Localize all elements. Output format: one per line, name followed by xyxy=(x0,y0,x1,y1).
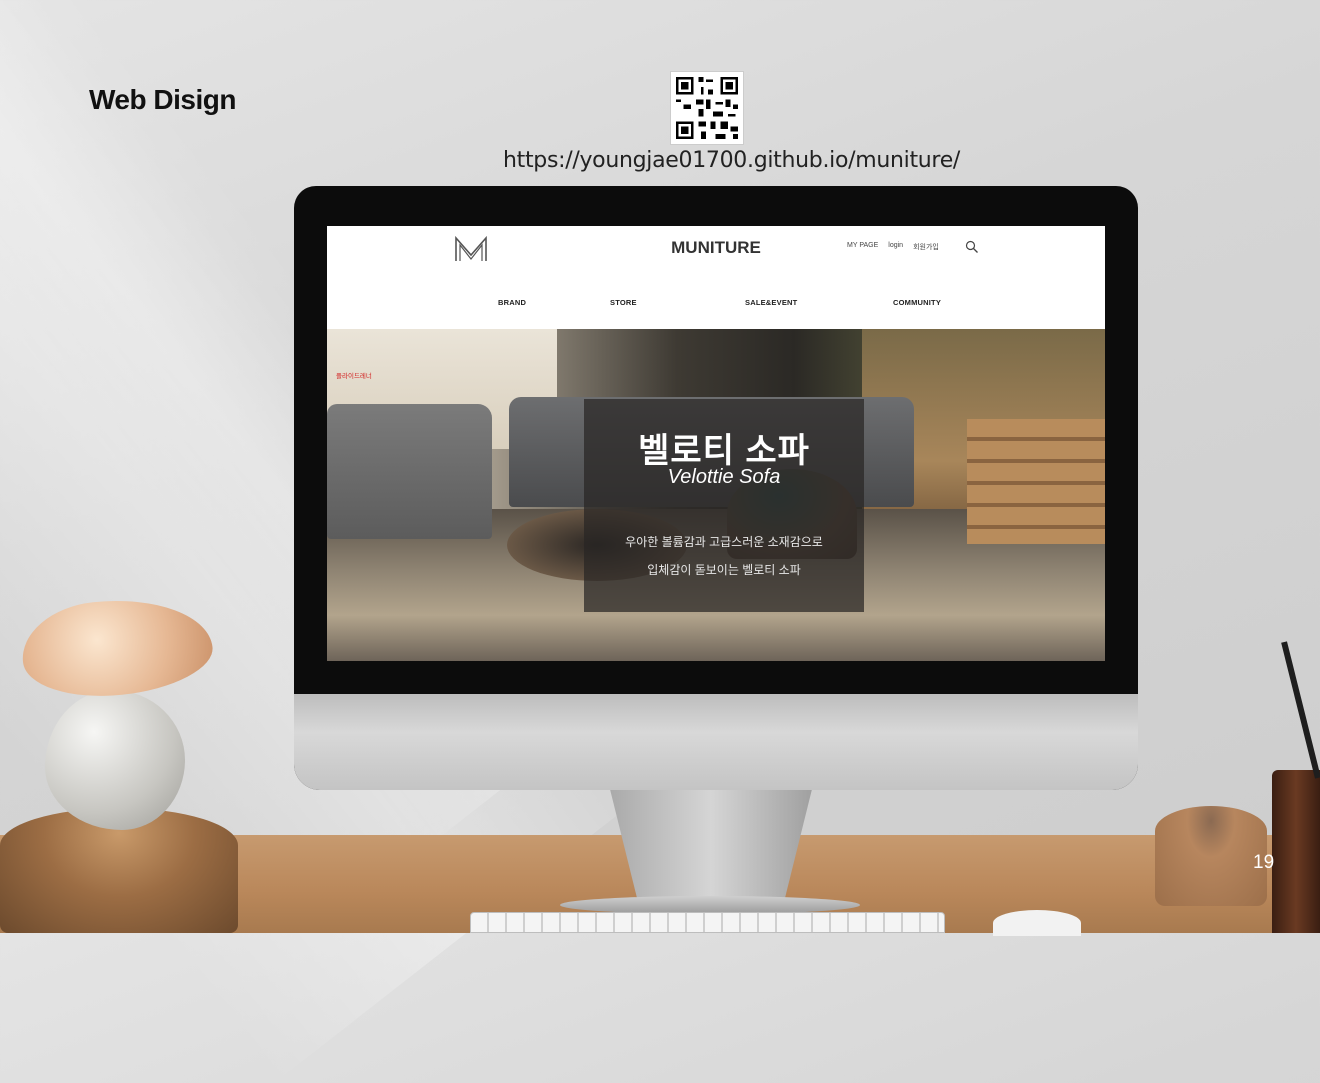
pencil-decoration xyxy=(1281,641,1320,779)
slide-title: Web Disign xyxy=(89,84,236,115)
site-brand[interactable]: MUNITURE xyxy=(627,238,805,258)
search-icon[interactable] xyxy=(965,240,979,254)
site-header: MUNITURE MY PAGE login 회원가입 BRAND STORE … xyxy=(327,226,1105,329)
mouse xyxy=(993,910,1081,936)
hero-banner[interactable]: 플라이드레너 벨로티 소파 Velottie Sofa 우아한 볼륨감과 고급스… xyxy=(327,329,1105,661)
page-number: 19 xyxy=(1253,852,1275,873)
white-rock-decoration xyxy=(45,690,185,830)
muniture-logo-icon[interactable] xyxy=(454,235,488,263)
hero-sofa-left xyxy=(327,404,492,539)
qr-code-icon[interactable] xyxy=(670,71,744,145)
website-screen: MUNITURE MY PAGE login 회원가입 BRAND STORE … xyxy=(327,226,1105,661)
hero-title: 벨로티 소파 xyxy=(638,432,810,470)
hero-red-note: 플라이드레너 xyxy=(336,373,372,380)
hero-desc-line1: 우아한 볼륨감과 고급스러운 소재감으로 xyxy=(625,535,823,549)
nav-sale-event[interactable]: SALE&EVENT xyxy=(745,298,797,307)
login-link[interactable]: login xyxy=(888,242,903,252)
nav-community[interactable]: COMMUNITY xyxy=(893,298,941,307)
my-page-link[interactable]: MY PAGE xyxy=(847,242,878,252)
nav-store[interactable]: STORE xyxy=(610,298,637,307)
site-url-link[interactable]: https://youngjae01700.github.io/muniture… xyxy=(503,148,960,173)
hero-text-overlay: 벨로티 소파 Velottie Sofa 우아한 볼륨감과 고급스러운 소재감으… xyxy=(584,399,864,612)
hero-subtitle: Velottie Sofa xyxy=(667,466,781,488)
hero-cabinet xyxy=(967,419,1105,544)
monitor-stand xyxy=(610,790,812,900)
utility-links: MY PAGE login 회원가입 xyxy=(847,242,939,252)
keyboard xyxy=(470,912,945,933)
signup-link[interactable]: 회원가입 xyxy=(913,242,939,252)
nav-brand[interactable]: BRAND xyxy=(498,298,526,307)
wood-pot-decoration xyxy=(1155,806,1267,906)
monitor-chin xyxy=(294,694,1138,790)
monitor: MUNITURE MY PAGE login 회원가입 BRAND STORE … xyxy=(294,186,1138,790)
hero-desc-line2: 입체감이 돋보이는 벨로티 소파 xyxy=(647,563,801,577)
jar-decoration xyxy=(1272,770,1320,933)
orange-rock-decoration xyxy=(17,590,217,705)
